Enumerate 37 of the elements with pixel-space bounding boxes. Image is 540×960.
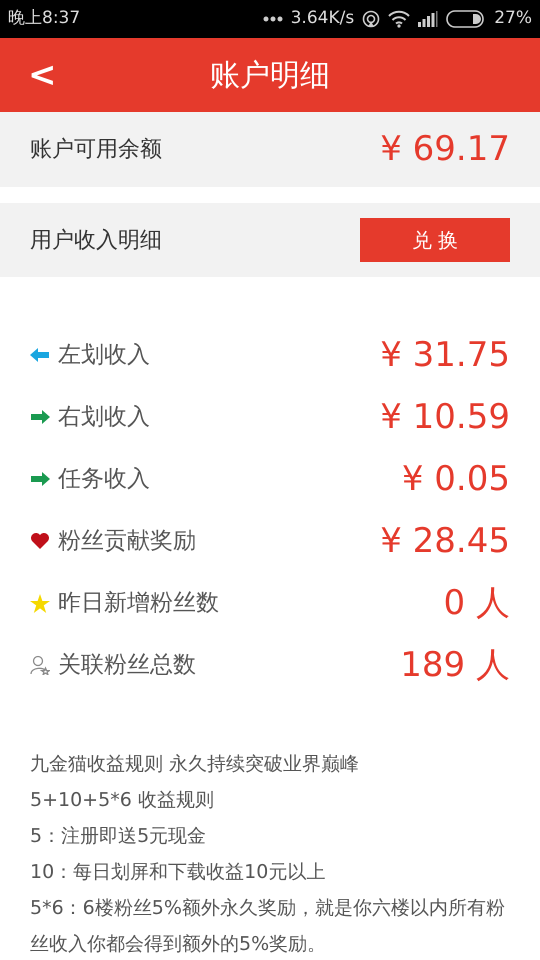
battery-percent-text: 27% bbox=[494, 7, 532, 30]
income-label: 昨日新增粉丝数 bbox=[58, 588, 219, 618]
page-title: 账户明细 bbox=[210, 56, 330, 94]
income-value: 189 人 bbox=[400, 644, 510, 686]
income-label: 任务收入 bbox=[58, 464, 150, 494]
income-value: 0 人 bbox=[444, 582, 510, 624]
income-label: 粉丝贡献奖励 bbox=[58, 526, 196, 556]
clock-text: 晚上8:37 bbox=[8, 7, 80, 30]
more-dots-icon bbox=[262, 16, 283, 22]
income-value: ¥ 31.75 bbox=[380, 334, 510, 376]
left-arrow-icon bbox=[30, 348, 50, 362]
rule-text: 5*6：6楼粉丝5%额外永久奖励，就是你六楼以内所有粉丝收入你都会得到额外的5%奖励。 bbox=[29, 896, 506, 957]
wifi-icon bbox=[388, 10, 410, 28]
exchange-button[interactable]: 兑 换 bbox=[360, 218, 510, 262]
rule-text: 九金猫收益规则 永久持续突破业界巅峰 bbox=[29, 752, 360, 777]
signal-icon bbox=[418, 11, 438, 27]
income-value: ¥ 10.59 bbox=[380, 396, 510, 438]
income-value: ¥ 28.45 bbox=[380, 520, 510, 562]
rule-text: 5+10+5*6 收益规则 bbox=[29, 788, 215, 813]
network-speed-text: 3.64K/s bbox=[290, 7, 354, 30]
income-label: 左划收入 bbox=[58, 340, 150, 370]
hotspot-icon bbox=[362, 10, 380, 28]
income-value: ¥ 0.05 bbox=[402, 458, 510, 500]
right-arrow-icon bbox=[30, 472, 50, 486]
user-star-icon bbox=[30, 655, 50, 675]
balance-amount: ¥ 69.17 bbox=[380, 128, 510, 171]
star-icon bbox=[30, 594, 50, 612]
income-label: 关联粉丝总数 bbox=[58, 650, 196, 680]
balance-label: 账户可用余额 bbox=[30, 136, 162, 164]
income-label: 右划收入 bbox=[58, 402, 150, 432]
battery-icon bbox=[446, 10, 486, 28]
back-button[interactable]: < bbox=[22, 58, 62, 92]
rule-text: 5：注册即送5元现金 bbox=[29, 824, 208, 849]
heart-icon bbox=[30, 532, 50, 550]
right-arrow-icon bbox=[30, 410, 50, 424]
rule-text: 10：每日划屏和下载收益10元以上 bbox=[29, 860, 326, 885]
income-detail-label: 用户收入明细 bbox=[30, 226, 162, 254]
